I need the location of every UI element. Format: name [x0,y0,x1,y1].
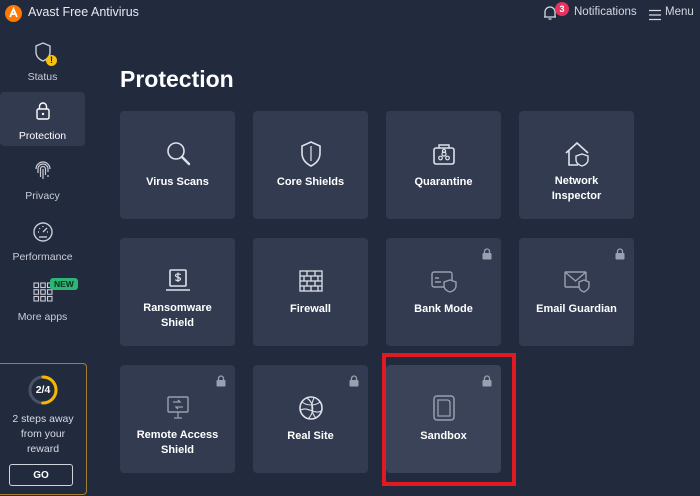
tile-label-line: Ransomware [143,302,212,314]
tile-network-inspector[interactable]: Network Inspector [519,111,634,219]
tile-label-line: Shield [160,317,194,329]
tile-label-line: Sandbox [420,430,467,442]
notifications-button[interactable]: 3 Notifications [543,2,638,24]
speedometer-icon [33,222,53,242]
globe-icon [299,396,323,420]
lock-icon [482,248,492,260]
lock-icon [216,375,226,387]
tile-remote-access-shield[interactable]: Remote Access Shield [120,365,235,473]
reward-text-line: from your [20,428,66,440]
tile-label-line: Email Guardian [536,303,617,315]
page-title: Protection [120,66,234,92]
tile-sandbox[interactable]: Sandbox [386,365,501,473]
tile-email-guardian[interactable]: Email Guardian [519,238,634,346]
sandbox-icon [433,395,455,421]
tile-label: Email Guardian [523,302,630,317]
tile-ransomware-shield[interactable]: Ransomware Shield [120,238,235,346]
tile-label: Real Site [257,429,364,444]
tile-label: Sandbox [390,429,497,444]
tile-quarantine[interactable]: Quarantine [386,111,501,219]
new-badge: NEW [50,278,78,290]
sidebar-item-label: More apps [17,311,68,323]
go-button[interactable]: GO [9,464,73,486]
card-shield-icon [431,271,457,293]
sidebar-item-label: Protection [18,130,67,142]
notification-count-badge: 3 [555,2,569,16]
sidebar-item-more-apps[interactable]: NEW More apps [0,273,85,327]
reward-text-line: 2 steps away [12,413,74,425]
hamburger-icon [649,9,661,21]
tile-label-line: Quarantine [414,176,473,188]
lock-icon [615,248,625,260]
sidebar-item-label: Performance [12,251,73,263]
reward-panel: 2/4 2 steps away from your reward GO [0,363,87,495]
tile-label-line: Core Shields [276,176,345,188]
tile-label: Virus Scans [124,175,231,190]
tile-label: Firewall [257,302,364,317]
menu-label: Menu [665,6,694,18]
remote-monitor-icon [167,396,189,419]
sidebar-item-protection[interactable]: Protection [0,92,85,146]
magnifier-icon [167,142,191,166]
tile-bank-mode[interactable]: Bank Mode [386,238,501,346]
avast-logo-icon [5,5,22,22]
tile-label-line: Real Site [287,430,334,442]
menu-button[interactable]: Menu [649,4,699,24]
tile-virus-scans[interactable]: Virus Scans [120,111,235,219]
tile-label-line: Network [554,175,599,187]
tile-label: Core Shields [257,175,364,190]
reward-progress: 2/4 [35,384,51,396]
tile-label: Remote Access Shield [124,428,231,458]
fingerprint-icon [35,161,51,179]
sidebar-item-status[interactable]: ! Status [0,33,85,87]
tile-label-line: Bank Mode [414,303,473,315]
reward-text: 2 steps away from your reward [0,412,86,457]
lock-icon [36,102,50,120]
sidebar-item-label: Status [27,71,58,83]
notifications-label: Notifications [574,6,637,18]
tile-label: Quarantine [390,175,497,190]
tile-label-line: Inspector [551,190,602,202]
biohazard-chest-icon [433,144,455,165]
app-title: Avast Free Antivirus [28,5,139,19]
sidebar-item-privacy[interactable]: Privacy [0,152,85,206]
tile-label: Bank Mode [390,302,497,317]
sidebar: ! Status Protection Privacy Performance [0,28,88,496]
tile-label-line: Firewall [290,303,331,315]
warning-icon: ! [46,55,57,66]
title-bar: Avast Free Antivirus 3 Notifications Men… [0,0,700,28]
laptop-dollar-icon [166,269,190,291]
tile-label: Network Inspector [523,174,630,204]
brick-wall-icon [299,270,323,292]
tile-label-line: Remote Access [136,429,219,441]
tile-firewall[interactable]: Firewall [253,238,368,346]
shield-icon [301,141,321,167]
tile-label-line: Shield [160,444,194,456]
tile-real-site[interactable]: Real Site [253,365,368,473]
tile-label-line: Virus Scans [146,176,209,188]
tile-label: Ransomware Shield [124,301,231,331]
lock-icon [482,375,492,387]
tile-core-shields[interactable]: Core Shields [253,111,368,219]
sidebar-item-performance[interactable]: Performance [0,213,85,267]
home-shield-icon [565,141,589,167]
envelope-shield-icon [564,271,590,293]
sidebar-item-label: Privacy [25,190,60,202]
lock-icon [349,375,359,387]
reward-text-line: reward [26,443,60,455]
